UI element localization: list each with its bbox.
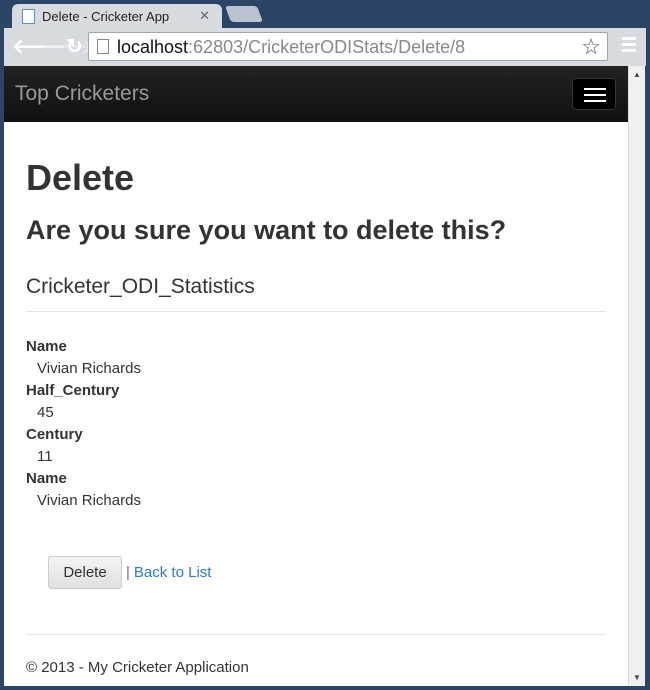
brand-link[interactable]: Top Cricketers (15, 82, 149, 106)
page-favicon-icon (22, 9, 35, 24)
close-tab-icon[interactable]: ✕ (199, 8, 210, 24)
field-value: 45 (37, 404, 54, 421)
details-list: Name Vivian Richards Half_Century 45 Centu… (26, 336, 606, 512)
footer-divider (26, 634, 606, 635)
browser-toolbar: 🡐 🡒 ↻ localhost:62803/CricketerODIStats/… (4, 28, 646, 66)
field-label: Century (26, 426, 83, 443)
separator: | (126, 564, 130, 581)
footer-text: © 2013 - My Cricketer Application (26, 659, 249, 676)
chrome-menu-icon[interactable] (622, 37, 636, 55)
field-label: Half_Century (26, 382, 120, 399)
new-tab-button[interactable] (225, 6, 263, 22)
bookmark-star-icon[interactable]: ☆ (581, 34, 601, 60)
navbar: Top Cricketers (4, 66, 628, 122)
vertical-scrollbar[interactable]: ▲ ▼ (628, 66, 645, 686)
scroll-down-icon[interactable]: ▼ (629, 673, 645, 682)
address-bar[interactable]: localhost:62803/CricketerODIStats/Delete… (88, 32, 608, 61)
divider (26, 311, 606, 312)
field-label: Name (26, 470, 67, 487)
tab-title: Delete - Cricketer App (42, 9, 170, 24)
page-icon (97, 39, 109, 54)
field-label: Name (26, 338, 67, 355)
field-value: Vivian Richards (37, 492, 141, 509)
field-value: Vivian Richards (37, 360, 141, 377)
page-viewport: Top Cricketers Delete Are you sure you w… (4, 66, 628, 686)
delete-button[interactable]: Delete (48, 556, 122, 589)
navbar-toggle-menu-icon[interactable] (572, 78, 616, 110)
url-host: localhost (117, 37, 189, 57)
field-value: 11 (37, 448, 53, 465)
scroll-up-icon[interactable]: ▲ (629, 70, 645, 79)
browser-tab[interactable]: Delete - Cricketer App ✕ (12, 4, 222, 30)
back-to-list-link[interactable]: Back to List (134, 564, 212, 581)
page-title: Delete (26, 157, 135, 198)
confirm-question: Are you sure you want to delete this? (26, 215, 507, 245)
entity-heading: Cricketer_ODI_Statistics (26, 275, 255, 298)
url-path: :62803/CricketerODIStats/Delete/8 (188, 37, 466, 57)
reload-icon[interactable]: ↻ (66, 34, 83, 59)
